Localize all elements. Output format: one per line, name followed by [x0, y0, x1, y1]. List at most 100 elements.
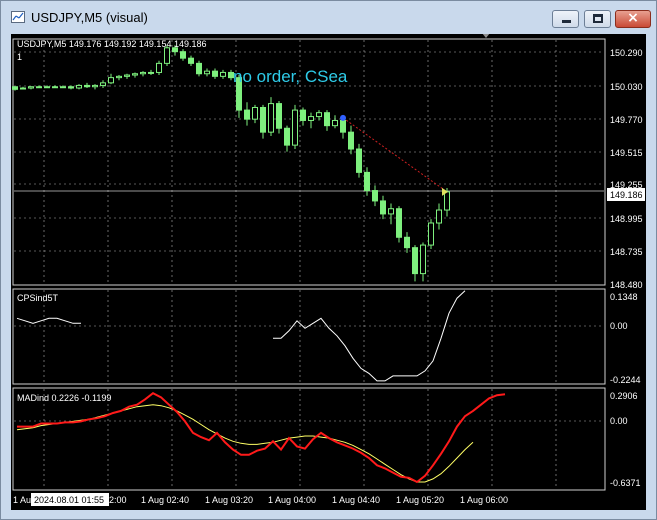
- candle-body: [44, 86, 50, 89]
- candle-body: [204, 70, 210, 75]
- app-window: USDJPY,M5 (visual) × USDJPY,M5 149.176 1…: [0, 0, 657, 520]
- close-icon: ×: [627, 10, 639, 26]
- candle-body: [252, 106, 258, 120]
- minimize-icon: [562, 20, 571, 23]
- candle-body: [364, 171, 370, 192]
- indicator2-label: MADind 0.2226 -0.1199: [17, 393, 111, 403]
- candle-body: [428, 222, 434, 246]
- madind-red-line: [17, 392, 506, 484]
- candle-body: [100, 82, 106, 86]
- chart-canvas[interactable]: USDJPY,M5 149.176 149.192 149.154 149.18…: [11, 34, 646, 510]
- candle-body: [436, 209, 442, 224]
- candle-body: [244, 109, 250, 120]
- close-button[interactable]: ×: [615, 10, 651, 28]
- candle-body: [260, 106, 266, 133]
- candle-body: [164, 47, 170, 64]
- price-tick: 150.030: [610, 82, 643, 92]
- time-label: 1 Aug 04:40: [332, 495, 380, 505]
- chart-area[interactable]: USDJPY,M5 149.176 149.192 149.154 149.18…: [11, 34, 646, 510]
- symbol-info: USDJPY,M5 149.176 149.192 149.154 149.18…: [17, 39, 206, 49]
- candle-body: [340, 119, 346, 133]
- title-bar[interactable]: USDJPY,M5 (visual) ×: [1, 1, 656, 33]
- candle-body: [124, 74, 130, 77]
- candle-body: [148, 71, 154, 74]
- candle-body: [132, 73, 138, 76]
- annotation-text: no order, CSea: [233, 67, 348, 86]
- candle-body: [332, 119, 338, 127]
- time-label: 1 Aug 04:00: [268, 495, 316, 505]
- price-tick: 148.995: [610, 214, 643, 224]
- indicator1-panel-frame: [12, 288, 606, 385]
- time-label: 1 Aug 06:00: [460, 495, 508, 505]
- price-tick: 148.735: [610, 247, 643, 257]
- candle-body: [68, 86, 74, 89]
- candle-body: [372, 190, 378, 202]
- candle-body: [348, 131, 354, 150]
- candle-body: [404, 236, 410, 249]
- candle-body: [324, 112, 330, 127]
- candle-body: [196, 62, 202, 75]
- candle-body: [220, 71, 226, 77]
- time-label: 1 Aug 05:20: [396, 495, 444, 505]
- indicator-lines: [16, 290, 506, 484]
- candle-body: [292, 109, 298, 146]
- candle-body: [300, 109, 306, 121]
- chart-shift-marker-icon: [482, 34, 490, 38]
- candle-body: [76, 84, 82, 89]
- maximize-icon: [593, 14, 603, 23]
- candle-body: [36, 86, 42, 89]
- indicator2-panel-frame: [12, 387, 606, 491]
- chart-window-icon: [11, 11, 25, 23]
- candle-body: [388, 208, 394, 215]
- price-scale: 150.290 150.030 149.770 149.515 149.255 …: [610, 48, 643, 290]
- time-label: 2:00: [109, 495, 127, 505]
- candle-body: [52, 86, 58, 89]
- candle-body: [60, 86, 66, 89]
- candle-body: [92, 84, 98, 88]
- indicator1-label: CPSind5T: [17, 293, 59, 303]
- cpsind-line: [16, 290, 466, 382]
- candles: [12, 45, 450, 282]
- candle-body: [188, 57, 194, 64]
- indicator1-tick: 0.00: [610, 321, 628, 331]
- madind-yellow-line: [16, 404, 474, 483]
- candle-body: [316, 112, 322, 118]
- candle-body: [180, 51, 186, 59]
- window-title: USDJPY,M5 (visual): [31, 10, 148, 25]
- candle-body: [284, 127, 290, 146]
- time-label: 1 Aug 03:20: [205, 495, 253, 505]
- price-tick: 148.480: [610, 280, 643, 290]
- candle-body: [412, 247, 418, 275]
- indicator2-tick: 0.00: [610, 416, 628, 426]
- price-tick: 149.770: [610, 115, 643, 125]
- candle-body: [396, 208, 402, 238]
- bid-price-label: 149.186: [610, 190, 643, 200]
- panel-sub-label: 1: [17, 52, 22, 62]
- maximize-button[interactable]: [584, 10, 611, 28]
- price-tick: 149.515: [610, 148, 643, 158]
- candle-body: [12, 86, 18, 90]
- candle-body: [116, 75, 122, 79]
- indicator2-tick: 0.2906: [610, 391, 638, 401]
- candle-body: [156, 62, 162, 73]
- indicator2-scale: 0.2906 0.00 -0.6371: [610, 391, 641, 488]
- price-tick: 150.290: [610, 48, 643, 58]
- time-label: 1 Au: [13, 495, 31, 505]
- candle-body: [20, 87, 26, 90]
- indicator1-scale: 0.1348 0.00 -0.2244: [610, 292, 641, 385]
- minimize-button[interactable]: [552, 10, 579, 28]
- candle-body: [380, 200, 386, 215]
- candle-body: [28, 86, 34, 89]
- candle-body: [420, 244, 426, 275]
- candle-body: [308, 116, 314, 121]
- time-cursor-label: 2024.08.01 01:55: [34, 495, 104, 505]
- time-label: 1 Aug 02:40: [141, 495, 189, 505]
- candle-body: [84, 84, 90, 88]
- candle-body: [108, 77, 114, 84]
- indicator2-tick: -0.6371: [610, 478, 641, 488]
- candle-body: [268, 103, 274, 133]
- candle-body: [212, 70, 218, 77]
- trade-entry-marker: [340, 114, 346, 121]
- indicator1-tick: 0.1348: [610, 292, 638, 302]
- grid-lines: [14, 40, 604, 489]
